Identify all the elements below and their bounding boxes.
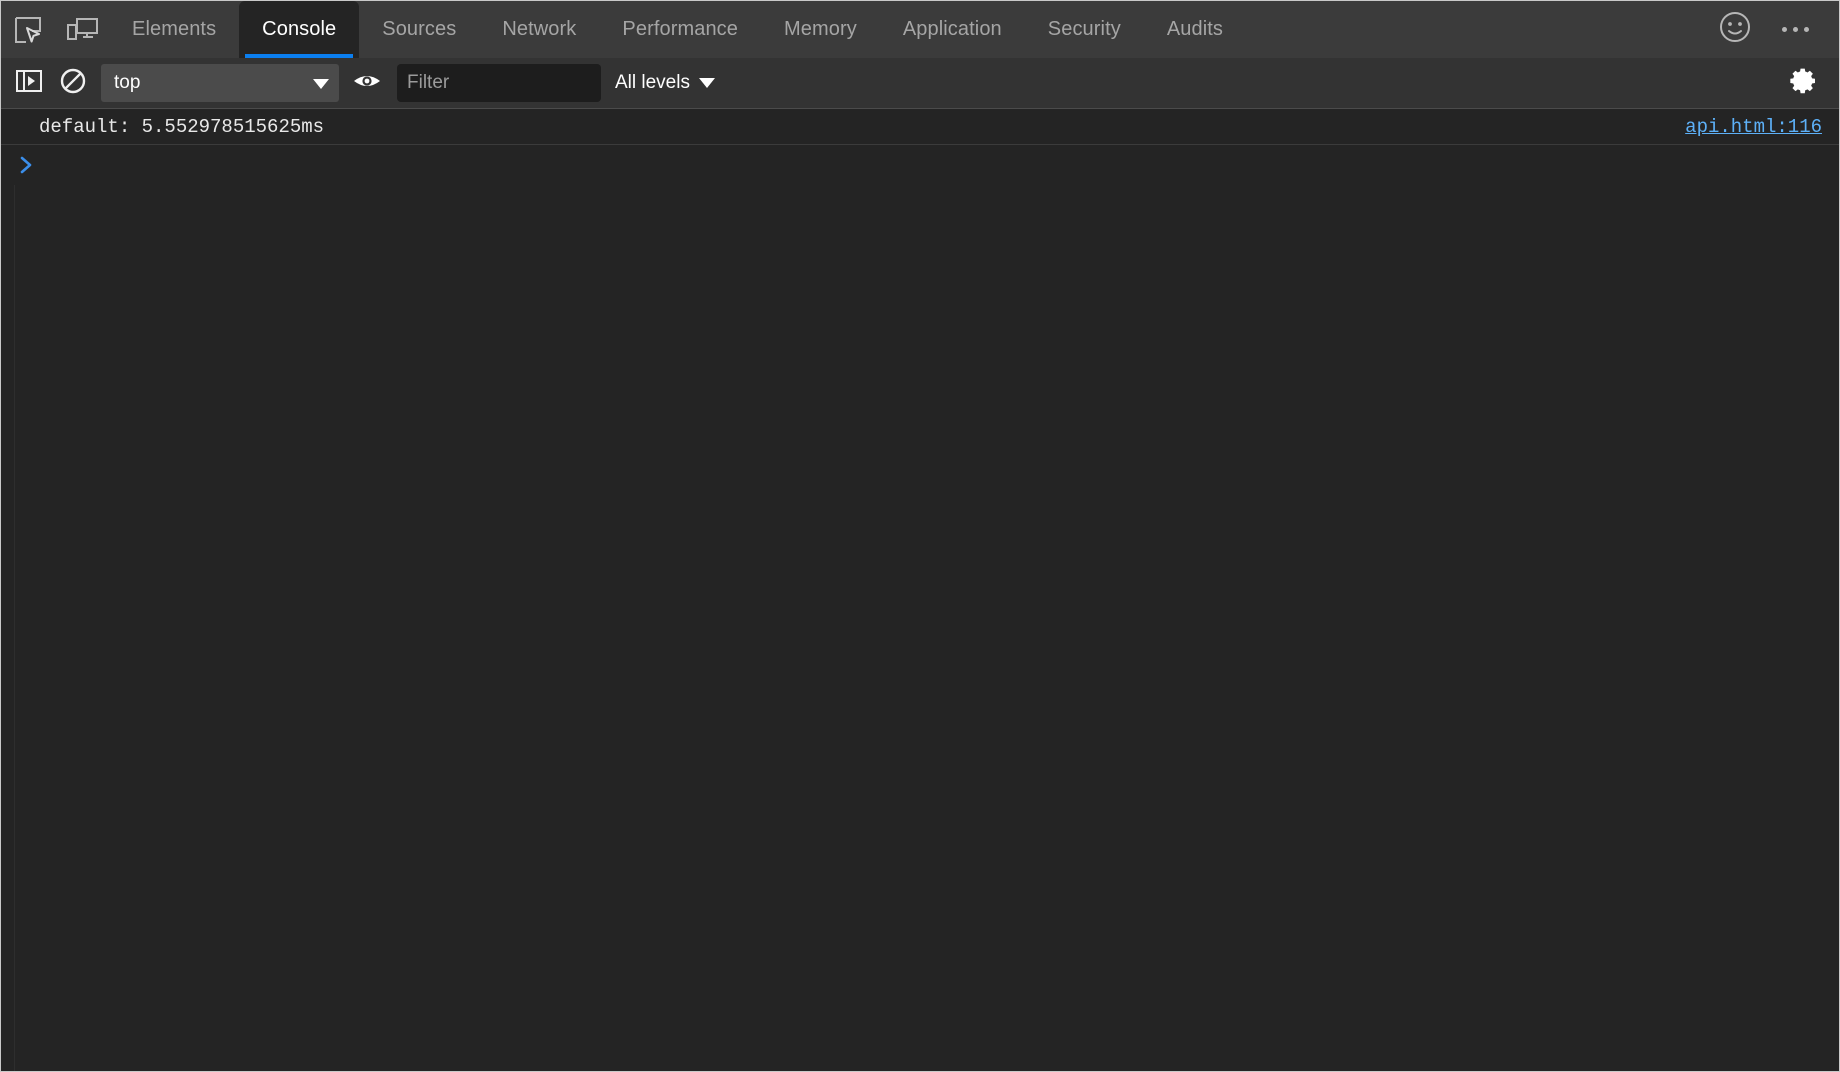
tab-label: Elements <box>132 18 217 40</box>
gear-icon <box>1788 66 1818 101</box>
chevron-down-icon <box>313 79 329 89</box>
tab-label: Sources <box>382 18 457 40</box>
execution-context-selector[interactable]: top <box>101 64 339 102</box>
execution-context-value: top <box>114 72 141 93</box>
active-tab-underline <box>245 54 354 58</box>
tab-security[interactable]: Security <box>1025 1 1144 58</box>
console-prompt-row[interactable] <box>1 145 1839 185</box>
filter-input[interactable] <box>397 64 601 102</box>
tab-label: Application <box>902 18 1002 40</box>
tab-elements[interactable]: Elements <box>109 1 239 58</box>
console-sidebar-toggle-icon <box>15 67 43 100</box>
console-message-source-link[interactable]: api.html:116 <box>1685 116 1822 138</box>
tab-label: Memory <box>784 18 857 40</box>
tab-label: Audits <box>1166 18 1224 40</box>
devtools-window: Elements Console Sources Network Perform… <box>0 0 1840 1072</box>
prompt-chevron-icon <box>15 155 39 175</box>
tab-label: Performance <box>622 18 738 40</box>
console-toolbar: top All levels <box>1 58 1839 109</box>
live-expression-button[interactable] <box>345 61 389 105</box>
tab-audits[interactable]: Audits <box>1144 1 1246 58</box>
tab-memory[interactable]: Memory <box>761 1 880 58</box>
tab-sources[interactable]: Sources <box>359 1 479 58</box>
console-toolbar-right <box>1781 61 1839 105</box>
devtools-tab-bar: Elements Console Sources Network Perform… <box>1 1 1839 58</box>
more-options-icon <box>1781 27 1809 32</box>
inspect-element-icon <box>13 15 43 45</box>
smiley-face-icon <box>1718 10 1752 49</box>
tab-label: Console <box>262 18 337 40</box>
tab-label: Network <box>502 18 577 40</box>
tab-performance[interactable]: Performance <box>599 1 761 58</box>
console-message-row[interactable]: default: 5.552978515625ms api.html:116 <box>1 109 1839 145</box>
tab-label: Security <box>1047 18 1121 40</box>
clear-console-icon <box>59 67 87 100</box>
clear-console-button[interactable] <box>51 61 95 105</box>
tab-application[interactable]: Application <box>880 1 1025 58</box>
inspect-element-button[interactable] <box>1 1 55 58</box>
log-level-label: All levels <box>615 72 690 93</box>
console-message-area[interactable]: default: 5.552978515625ms api.html:116 <box>1 109 1839 1071</box>
log-level-selector[interactable]: All levels <box>615 72 715 94</box>
panel-tabs: Elements Console Sources Network Perform… <box>109 1 1246 58</box>
tab-bar-left-tools <box>1 1 109 58</box>
console-message-text: default: 5.552978515625ms <box>39 115 325 138</box>
console-gutter-rail <box>1 109 15 1071</box>
more-options-button[interactable] <box>1765 1 1825 58</box>
chevron-down-icon <box>698 78 715 88</box>
eye-icon <box>352 70 382 97</box>
tab-bar-right-tools <box>1705 1 1839 58</box>
console-sidebar-toggle-button[interactable] <box>7 61 51 105</box>
device-toolbar-icon <box>65 16 99 44</box>
console-empty-space <box>1 185 1839 1071</box>
settings-button[interactable] <box>1781 61 1825 105</box>
device-toolbar-button[interactable] <box>55 1 109 58</box>
tab-console[interactable]: Console <box>239 1 360 58</box>
tab-network[interactable]: Network <box>479 1 599 58</box>
feedback-button[interactable] <box>1705 1 1765 58</box>
